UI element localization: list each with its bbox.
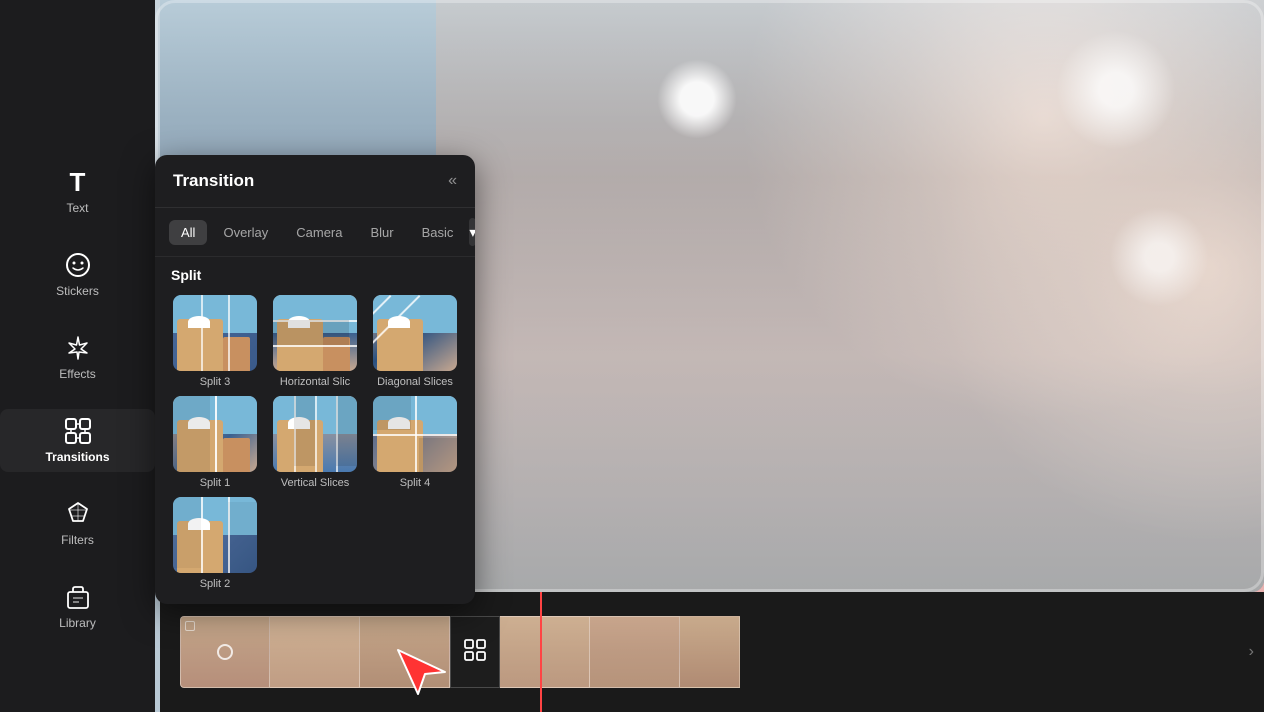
light-1	[657, 59, 737, 139]
effect-label-split1: Split 1	[200, 477, 231, 489]
transitions-icon	[64, 417, 92, 445]
filter-tab-basic[interactable]: Basic	[410, 220, 466, 245]
effect-thumb-hsplit	[273, 295, 357, 371]
light-2	[1056, 30, 1176, 150]
filter-tab-overlay[interactable]: Overlay	[211, 220, 280, 245]
timeline-clip-6[interactable]	[680, 616, 740, 688]
sidebar-item-stickers-label: Stickers	[56, 284, 99, 298]
effect-thumb-split4	[373, 396, 457, 472]
transition-marker-icon	[463, 638, 487, 667]
filter-tab-blur[interactable]: Blur	[359, 220, 406, 245]
sidebar-item-text[interactable]: T Text	[0, 160, 155, 223]
sidebar-item-stickers[interactable]: Stickers	[0, 243, 155, 306]
effects-grid: Split 3 Horizontal Slic	[155, 289, 475, 604]
timeline-clip-5[interactable]	[590, 616, 680, 688]
sidebar-item-library[interactable]: Library	[0, 575, 155, 638]
timeline-playhead[interactable]	[540, 592, 542, 712]
stickers-icon	[64, 251, 92, 279]
effect-split4[interactable]: Split 4	[369, 396, 461, 489]
effect-label-hsplit: Horizontal Slic	[280, 376, 350, 388]
effect-label-split4: Split 4	[400, 477, 431, 489]
transition-panel: Transition « All Overlay Camera Blur Bas…	[155, 155, 475, 604]
effect-label-split2: Split 2	[200, 578, 231, 590]
effect-thumb-vslices	[273, 396, 357, 472]
timeline-clip-4[interactable]	[500, 616, 590, 688]
sidebar-top-area	[0, 0, 155, 155]
panel-title: Transition	[173, 171, 254, 191]
scroll-right-icon: ›	[1249, 643, 1254, 661]
effect-thumb-dslices	[373, 295, 457, 371]
effect-dslices[interactable]: Diagonal Slices	[369, 295, 461, 388]
effect-hsplit[interactable]: Horizontal Slic	[269, 295, 361, 388]
timeline-clips-container	[160, 612, 760, 692]
sidebar-item-library-label: Library	[59, 616, 96, 630]
effect-split3[interactable]: Split 3	[169, 295, 261, 388]
section-label-split: Split	[155, 257, 475, 289]
effect-thumb-split1	[173, 396, 257, 472]
effects-icon	[64, 334, 92, 362]
filter-tab-all[interactable]: All	[169, 220, 207, 245]
sidebar-item-text-label: Text	[66, 201, 88, 215]
effect-label-dslices: Diagonal Slices	[377, 376, 453, 388]
filter-more-button[interactable]: ▾	[469, 218, 475, 246]
light-3	[1109, 207, 1209, 307]
filters-icon	[64, 500, 92, 528]
sidebar-item-transitions[interactable]: Transitions	[0, 409, 155, 472]
effect-label-vslices: Vertical Slices	[281, 477, 349, 489]
sidebar-item-effects[interactable]: Effects	[0, 326, 155, 389]
timeline-clip-1[interactable]	[180, 616, 270, 688]
transition-marker[interactable]	[450, 616, 500, 688]
effect-split1[interactable]: Split 1	[169, 396, 261, 489]
effect-split2[interactable]: Split 2	[169, 497, 261, 590]
sidebar-item-filters-label: Filters	[61, 533, 94, 547]
timeline-clip-2[interactable]	[270, 616, 360, 688]
sidebar-item-filters[interactable]: Filters	[0, 492, 155, 555]
panel-header: Transition «	[155, 155, 475, 208]
cursor-arrow	[390, 642, 450, 697]
panel-close-button[interactable]: «	[448, 172, 457, 190]
filter-tabs-row: All Overlay Camera Blur Basic ▾	[155, 208, 475, 257]
text-icon: T	[64, 168, 92, 196]
sidebar-item-effects-label: Effects	[59, 367, 95, 381]
library-icon	[64, 583, 92, 611]
filter-tab-camera[interactable]: Camera	[284, 220, 354, 245]
effect-label-split3: Split 3	[200, 376, 231, 388]
effect-vslices[interactable]: Vertical Slices	[269, 396, 361, 489]
timeline: ›	[160, 592, 1264, 712]
sidebar-item-transitions-label: Transitions	[45, 450, 109, 464]
effect-thumb-split2	[173, 497, 257, 573]
effect-thumb-split3	[173, 295, 257, 371]
